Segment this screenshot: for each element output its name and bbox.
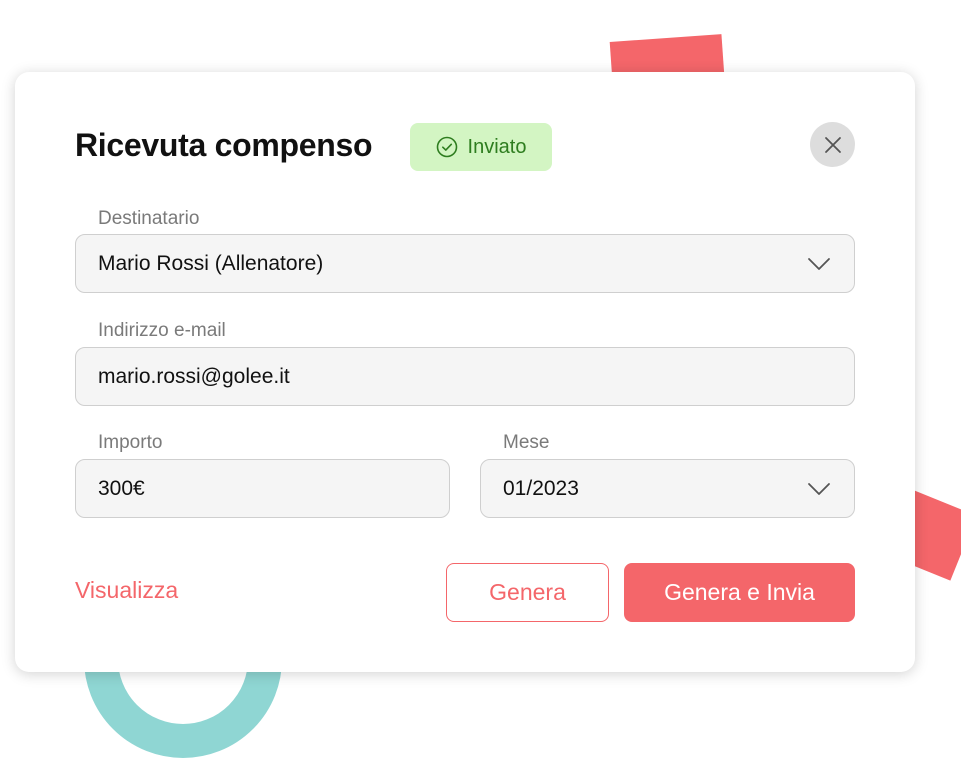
amount-field[interactable]: 300€ bbox=[75, 459, 450, 518]
month-select[interactable]: 01/2023 bbox=[480, 459, 855, 518]
amount-label: Importo bbox=[98, 432, 163, 453]
email-field[interactable]: mario.rossi@golee.it bbox=[75, 347, 855, 406]
email-value: mario.rossi@golee.it bbox=[98, 364, 290, 388]
close-button[interactable] bbox=[810, 122, 855, 167]
status-badge-label: Inviato bbox=[467, 135, 527, 158]
recipient-value: Mario Rossi (Allenatore) bbox=[98, 251, 324, 275]
generate-button[interactable]: Genera bbox=[446, 563, 609, 622]
status-badge: Inviato bbox=[410, 123, 552, 171]
month-label: Mese bbox=[503, 432, 550, 453]
chevron-down-icon bbox=[808, 257, 830, 270]
recipient-label: Destinatario bbox=[98, 208, 200, 229]
amount-value: 300€ bbox=[98, 476, 145, 500]
close-icon bbox=[824, 136, 841, 153]
modal-title: Ricevuta compenso bbox=[75, 127, 373, 163]
check-circle-icon bbox=[436, 136, 457, 158]
chevron-down-icon bbox=[808, 482, 830, 495]
view-link[interactable]: Visualizza bbox=[75, 577, 178, 604]
recipient-select[interactable]: Mario Rossi (Allenatore) bbox=[75, 234, 855, 293]
month-value: 01/2023 bbox=[503, 476, 579, 500]
email-label: Indirizzo e-mail bbox=[98, 320, 226, 341]
generate-and-send-button[interactable]: Genera e Invia bbox=[624, 563, 855, 622]
receipt-modal: Ricevuta compenso Inviato Destinatario M… bbox=[15, 72, 915, 672]
